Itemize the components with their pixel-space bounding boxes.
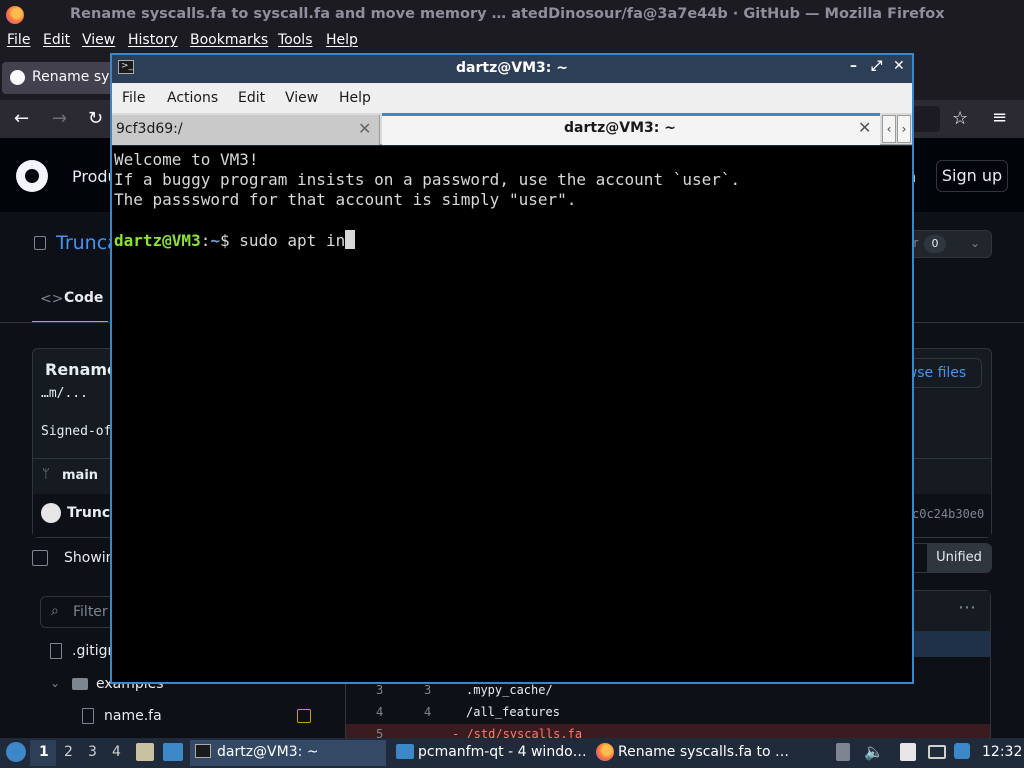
commit-description: …m/... xyxy=(41,386,88,401)
tab-scroll-left-icon[interactable]: ‹ xyxy=(882,115,896,143)
terminal-output[interactable]: Welcome to VM3! If a buggy program insis… xyxy=(112,146,912,682)
workspace-1[interactable]: 1 xyxy=(39,744,49,760)
prompt-path: ~ xyxy=(210,231,220,250)
prompt-dollar: $ xyxy=(219,231,240,250)
prompt-separator: : xyxy=(200,231,211,250)
clipboard-icon[interactable] xyxy=(836,743,850,761)
clock[interactable]: 12:32 xyxy=(982,744,1022,760)
file-icon xyxy=(50,643,62,659)
github-logo-icon[interactable] xyxy=(16,160,48,192)
start-menu-icon[interactable] xyxy=(6,742,26,762)
firefox-icon xyxy=(6,6,24,24)
folder-icon xyxy=(72,678,88,690)
terminal-line: Welcome to VM3! xyxy=(114,150,259,169)
branch-icon: ᛘ xyxy=(42,467,50,482)
notes-icon[interactable] xyxy=(900,743,916,761)
task-label: dartz@VM3: ~ xyxy=(217,744,319,760)
show-desktop-icon[interactable] xyxy=(163,743,183,761)
network-icon[interactable] xyxy=(954,743,970,759)
text-cursor xyxy=(345,230,356,249)
commit-sha: c0c24b30e0 xyxy=(912,507,985,521)
diff-unified-option[interactable]: Unified xyxy=(927,544,991,572)
code-icon: <> xyxy=(40,291,64,307)
star-dropdown-icon[interactable]: ⌄ xyxy=(970,236,980,250)
term-menu-view[interactable]: View xyxy=(285,90,318,106)
close-icon[interactable]: ✕ xyxy=(893,58,905,74)
close-tab-icon[interactable]: ✕ xyxy=(858,118,871,137)
firefox-icon xyxy=(596,743,614,761)
search-icon: ⌕ xyxy=(51,603,59,619)
file-icon xyxy=(82,708,94,724)
ff-menu-edit[interactable]: Edit xyxy=(43,32,70,48)
terminal-line: If a buggy program insists on a password… xyxy=(114,170,741,189)
ff-menu-view[interactable]: View xyxy=(82,32,115,48)
prompt-user: dartz@VM3 xyxy=(114,231,201,250)
firefox-tab-label: Rename sys xyxy=(32,69,117,85)
reload-icon[interactable]: ↻ xyxy=(88,108,103,129)
ff-menu-bookmarks[interactable]: Bookmarks xyxy=(190,32,268,48)
back-icon[interactable]: ← xyxy=(14,108,29,129)
showing-summary: Showin xyxy=(64,550,115,566)
commit-title: Rename xyxy=(45,360,118,379)
close-tab-icon[interactable]: ✕ xyxy=(358,119,371,138)
firefox-menubar: File Edit View History Bookmarks Tools H… xyxy=(0,30,1024,52)
term-menu-actions[interactable]: Actions xyxy=(167,90,218,106)
terminal-tab[interactable]: 9cf3d69:/ ✕ xyxy=(112,115,380,145)
file-tree-toggle-icon[interactable] xyxy=(32,550,48,566)
terminal-line: The passsword for that account is simply… xyxy=(114,190,577,209)
diff-line: 44 /all_features xyxy=(376,705,560,719)
terminal-window[interactable]: >_ dartz@VM3: ~ – ⤢ ✕ File Actions Edit … xyxy=(110,53,914,684)
ff-menu-history[interactable]: History xyxy=(128,32,178,48)
minimize-icon[interactable]: – xyxy=(850,58,857,74)
more-options-icon[interactable]: ⋯ xyxy=(958,597,976,618)
workspace-4[interactable]: 4 xyxy=(112,744,121,760)
firefox-tab[interactable]: Rename sys xyxy=(2,62,117,94)
terminal-command: sudo apt in xyxy=(239,231,346,250)
ff-menu-tools[interactable]: Tools xyxy=(278,32,313,48)
terminal-tab-label: dartz@VM3: ~ xyxy=(564,120,676,136)
avatar[interactable] xyxy=(41,503,61,523)
desktop: Rename syscalls.fa to syscall.fa and mov… xyxy=(0,0,1024,768)
term-menu-file[interactable]: File xyxy=(122,90,145,106)
volume-icon[interactable]: 🔈 xyxy=(864,742,884,761)
file-manager-launcher-icon[interactable] xyxy=(136,743,154,761)
tab-scroll-right-icon[interactable]: › xyxy=(897,115,911,143)
tab-code[interactable]: Code xyxy=(64,290,103,306)
maximize-icon[interactable]: ⤢ xyxy=(871,58,882,74)
file-tree-item[interactable]: name.fa xyxy=(104,708,162,724)
branch-name[interactable]: main xyxy=(62,468,98,483)
signed-off-line: Signed-of xyxy=(41,424,112,439)
term-menu-edit[interactable]: Edit xyxy=(238,90,265,106)
modified-file-icon xyxy=(297,709,311,723)
term-menu-help[interactable]: Help xyxy=(339,90,371,106)
sign-up-button[interactable]: Sign up xyxy=(936,160,1008,192)
firefox-titlebar: Rename syscalls.fa to syscall.fa and mov… xyxy=(0,0,1024,30)
bookmark-star-icon[interactable]: ☆ xyxy=(952,108,968,129)
filter-placeholder: Filter xyxy=(73,604,108,620)
github-tab-icon xyxy=(10,70,25,85)
terminal-tab-active[interactable]: dartz@VM3: ~ ✕ xyxy=(382,113,880,145)
folder-icon xyxy=(396,744,414,759)
firefox-window-title: Rename syscalls.fa to syscall.fa and mov… xyxy=(70,6,945,22)
terminal-icon xyxy=(195,744,211,758)
display-icon[interactable] xyxy=(928,745,946,759)
forward-icon[interactable]: → xyxy=(52,108,67,129)
hamburger-menu-icon[interactable]: ≡ xyxy=(992,107,1007,128)
terminal-window-title: dartz@VM3: ~ xyxy=(456,60,568,76)
terminal-titlebar[interactable]: >_ dartz@VM3: ~ – ⤢ ✕ xyxy=(112,55,912,83)
task-label[interactable]: pcmanfm-qt - 4 windo… xyxy=(418,744,587,760)
url-bar[interactable] xyxy=(912,106,940,132)
workspace-2[interactable]: 2 xyxy=(64,744,73,760)
ff-menu-file[interactable]: File xyxy=(7,32,30,48)
chevron-down-icon[interactable]: ⌄ xyxy=(50,676,60,690)
terminal-tab-label: 9cf3d69:/ xyxy=(116,121,183,137)
repo-icon xyxy=(34,236,46,250)
star-count: 0 xyxy=(924,235,946,253)
workspace-3[interactable]: 3 xyxy=(88,744,97,760)
ff-menu-help[interactable]: Help xyxy=(326,32,358,48)
terminal-menubar: File Actions Edit View Help xyxy=(112,83,912,113)
terminal-prompt-line: dartz@VM3:~$ sudo apt in xyxy=(114,230,356,250)
terminal-tabbar: 9cf3d69:/ ✕ dartz@VM3: ~ ✕ ‹ › xyxy=(112,113,912,145)
task-label[interactable]: Rename syscalls.fa to … xyxy=(618,744,789,760)
